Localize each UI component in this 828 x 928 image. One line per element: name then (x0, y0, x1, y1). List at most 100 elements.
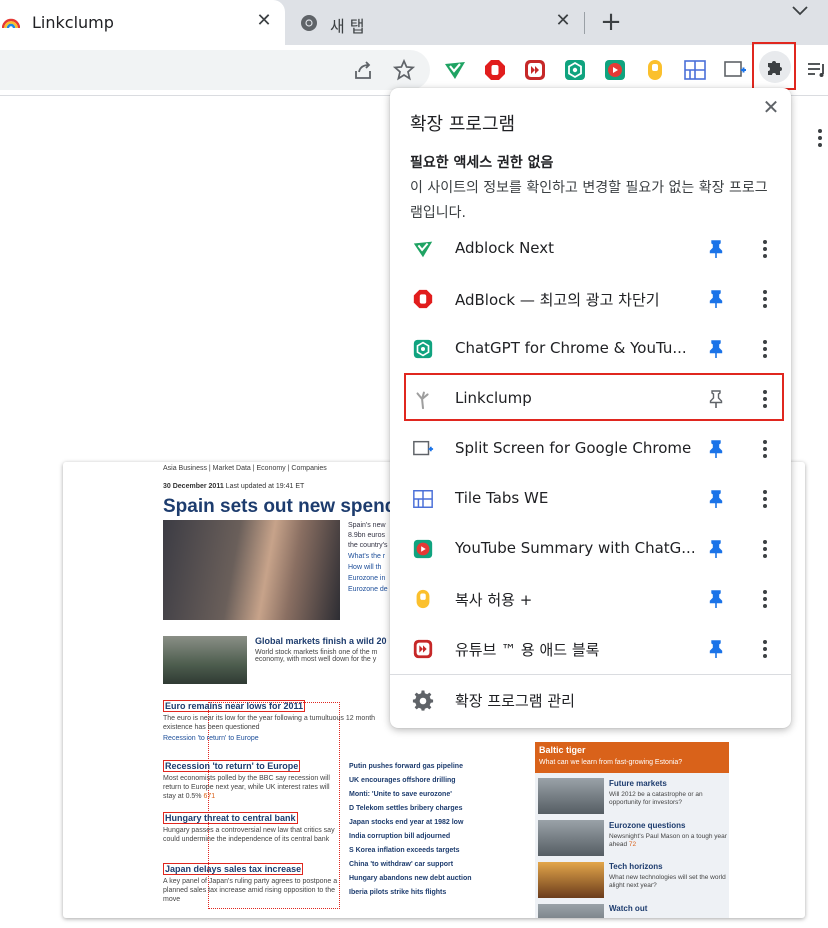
page-kebab-icon[interactable] (817, 128, 823, 148)
chrome-icon (301, 15, 317, 31)
media-control-icon[interactable] (805, 58, 828, 82)
global-markets-body: World stock markets finish one of the m … (255, 649, 378, 663)
right-thumb (538, 778, 604, 814)
pin-icon[interactable] (706, 439, 726, 459)
side-text: 8.9bn euros (348, 532, 385, 539)
extensions-button-highlight (752, 42, 796, 90)
right-title: Eurozone questions (609, 821, 686, 830)
tab-linkclump[interactable]: Linkclump ✕ (0, 0, 285, 45)
side-link: Eurozone de (348, 586, 388, 593)
right-body: What new technologies will set the world… (609, 874, 726, 889)
manage-extensions-button[interactable]: 확장 프로그램 관리 (390, 678, 791, 724)
mid-link: Japan stocks end year at 1982 low (349, 819, 464, 826)
panel-title: 확장 프로그램 (410, 114, 516, 135)
gear-icon (412, 690, 434, 711)
story-title: Hungary threat to central bank (163, 812, 298, 824)
more-options-icon[interactable] (762, 539, 768, 559)
pin-icon[interactable] (706, 289, 726, 309)
pin-icon[interactable] (706, 489, 726, 509)
right-title: Tech horizons (609, 862, 663, 871)
close-tab-icon[interactable]: ✕ (553, 11, 573, 31)
extension-row[interactable]: AdBlock — 최고의 광고 차단기 (390, 275, 791, 325)
share-icon[interactable] (352, 58, 376, 82)
story-body: Hungary passes a controversial new law t… (163, 827, 335, 843)
right-thumb (538, 862, 604, 898)
more-options-icon[interactable] (762, 239, 768, 259)
extension-name: YouTube Summary with ChatG... (455, 539, 696, 557)
pin-icon[interactable] (706, 639, 726, 659)
extension-name: Tile Tabs WE (455, 489, 549, 507)
pin-icon[interactable] (706, 239, 726, 259)
mid-link: Hungary abandons new debt auction (349, 875, 472, 882)
tab-title: Linkclump (32, 13, 114, 32)
adblock-hand-icon (413, 289, 433, 309)
extension-row[interactable]: 복사 허용 + (390, 575, 791, 625)
copy-allow-icon (416, 589, 430, 609)
story-body: A key panel of Japan's ruling party agre… (163, 878, 338, 903)
side-link: What's the r (348, 553, 386, 560)
mid-link: S Korea inflation exceeds targets (349, 847, 460, 854)
adblock-hand-icon[interactable] (483, 58, 507, 82)
pin-icon[interactable] (706, 589, 726, 609)
right-body: Will 2012 be a catastrophe or an opportu… (609, 791, 703, 806)
side-text: Spain's new (348, 522, 386, 529)
adblock-next-icon[interactable] (443, 58, 467, 82)
mid-link: India corruption bill adjourned (349, 833, 451, 840)
mid-link: Monti: 'Unite to save eurozone' (349, 791, 452, 798)
section-description: 이 사이트의 정보를 확인하고 변경할 필요가 없는 확장 프로그램입니다. (410, 180, 768, 221)
new-tab-plus-icon[interactable]: + (598, 9, 624, 35)
tab-separator (584, 12, 585, 34)
extensions-panel: 확장 프로그램 ✕ 필요한 액세스 권한 없음 이 사이트의 정보를 확인하고 … (390, 88, 791, 728)
extension-row[interactable]: 유튜브 ™ 용 애드 블록 (390, 625, 791, 675)
chatgpt-icon[interactable] (563, 58, 587, 82)
story-title: Japan delays sales tax increase (163, 863, 304, 875)
markets-photo (163, 636, 247, 684)
copy-allow-icon[interactable] (643, 58, 667, 82)
more-options-icon[interactable] (762, 489, 768, 509)
more-options-icon[interactable] (762, 439, 768, 459)
mid-link: D Telekom settles bribery charges (349, 805, 463, 812)
right-title: Watch out (609, 904, 648, 913)
tab-new-tab[interactable]: 새 탭 ✕ (287, 0, 587, 45)
story-title: Recession 'to return' to Europe (163, 760, 301, 772)
global-markets-title: Global markets finish a wild 20 (255, 636, 387, 646)
tile-tabs-icon (413, 490, 433, 508)
split-screen-icon[interactable] (723, 58, 747, 82)
more-options-icon[interactable] (762, 289, 768, 309)
pin-icon[interactable] (706, 539, 726, 559)
pin-icon[interactable] (706, 339, 726, 359)
news-date: 30 December 2011 Last updated at 19:41 E… (163, 483, 305, 490)
chatgpt-icon (413, 339, 433, 359)
more-options-icon[interactable] (762, 339, 768, 359)
extension-row[interactable]: Tile Tabs WE (390, 475, 791, 525)
mid-link: Putin pushes forward gas pipeline (349, 763, 463, 770)
extension-row[interactable]: ChatGPT for Chrome & YouTu... (390, 325, 791, 375)
youtube-summary-icon[interactable] (603, 58, 627, 82)
rainbow-icon (2, 18, 20, 29)
youtube-summary-icon (413, 539, 433, 559)
close-tab-icon[interactable]: ✕ (254, 11, 274, 31)
side-link: Eurozone in (348, 575, 386, 582)
extension-row[interactable]: Split Screen for Google Chrome (390, 425, 791, 475)
extension-name: 복사 허용 + (455, 591, 533, 609)
story-body: Most economists polled by the BBC say re… (163, 775, 330, 800)
more-options-icon[interactable] (762, 639, 768, 659)
extension-name: AdBlock — 최고의 광고 차단기 (455, 291, 660, 309)
right-thumb (538, 820, 604, 856)
tab-strip: Linkclump ✕ 새 탭 ✕ + (0, 0, 828, 45)
divider (390, 674, 791, 675)
mid-link: Iberia pilots strike hits flights (349, 889, 447, 896)
extension-row[interactable]: Adblock Next (390, 225, 791, 275)
news-nav: Asia Business | Market Data | Economy | … (163, 465, 327, 472)
youtube-adblock-icon[interactable] (523, 58, 547, 82)
extension-row[interactable]: YouTube Summary with ChatG... (390, 525, 791, 575)
right-thumb (538, 904, 604, 918)
right-body: Newsnight's Paul Mason on a tough year a… (609, 833, 727, 848)
linkclump-row-highlight (404, 373, 784, 421)
news-photo (163, 520, 340, 620)
bookmark-star-icon[interactable] (392, 58, 416, 82)
tile-tabs-icon[interactable] (683, 58, 707, 82)
close-icon[interactable]: ✕ (760, 96, 782, 118)
more-options-icon[interactable] (762, 589, 768, 609)
chevron-down-icon[interactable] (790, 3, 810, 19)
